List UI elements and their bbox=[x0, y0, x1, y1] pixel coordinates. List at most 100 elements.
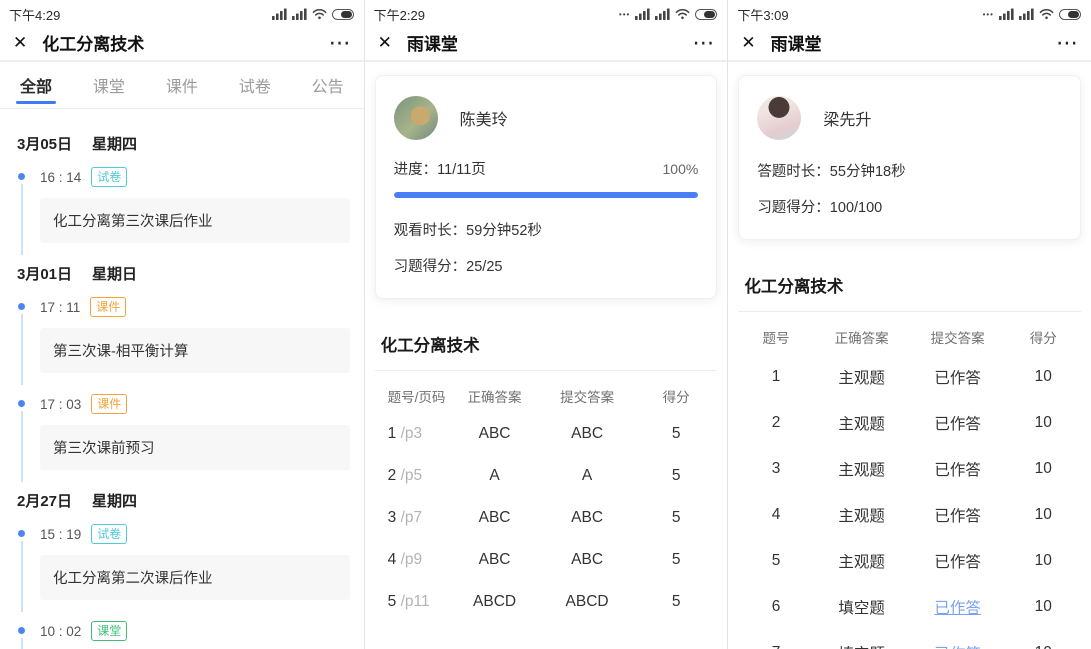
tab-公告[interactable]: 公告 bbox=[312, 62, 344, 108]
student-report-card: 陈美玲 进度：11/11页 100% 观看时长：59分钟52秒 习题得分：25/… bbox=[375, 75, 718, 299]
page-ref: /p3 bbox=[401, 425, 423, 442]
date-text: 3月01日 bbox=[17, 263, 72, 284]
signal-icon bbox=[1019, 8, 1034, 20]
correct-answer-cell: A bbox=[450, 467, 539, 485]
page-title: 雨课堂 bbox=[407, 30, 458, 55]
question-number-cell: 5 /p11 bbox=[375, 593, 450, 611]
col-header: 题号 bbox=[738, 327, 813, 347]
table-row: 1主观题已作答10 bbox=[738, 354, 1081, 400]
submitted-answer-cell: ABC bbox=[539, 425, 635, 443]
page-title: 雨课堂 bbox=[771, 30, 822, 55]
tab-bar: 全部课堂课件试卷公告 bbox=[0, 62, 364, 109]
table-row: 6填空题已作答10 bbox=[738, 584, 1081, 630]
tab-课堂[interactable]: 课堂 bbox=[93, 62, 125, 108]
table-row: 2主观题已作答10 bbox=[738, 400, 1081, 446]
event-title[interactable]: 第三次课-相平衡计算 bbox=[40, 328, 350, 373]
correct-answer-cell: 主观题 bbox=[814, 458, 910, 480]
col-header: 正确答案 bbox=[814, 327, 910, 347]
correct-answer-cell: ABC bbox=[450, 509, 539, 527]
answer-time: 答题时长：55分钟18秒 bbox=[757, 160, 1062, 181]
nav-bar: ✕ 化工分离技术 ⋯ bbox=[0, 24, 364, 62]
event-time: 10 : 02 bbox=[40, 624, 81, 639]
correct-answer-cell: ABCD bbox=[450, 593, 539, 611]
timeline-item-header: 17 : 11课件 bbox=[40, 296, 350, 318]
close-icon[interactable]: ✕ bbox=[741, 34, 755, 51]
video-questions-table: 题号/页码正确答案提交答案得分1 /p3ABCABC52 /p5AA53 /p7… bbox=[375, 370, 718, 623]
event-type-badge: 课件 bbox=[91, 394, 127, 414]
score-cell: 5 bbox=[635, 425, 717, 443]
event-title[interactable]: 第三次课前预习 bbox=[40, 425, 350, 470]
close-icon[interactable]: ✕ bbox=[378, 34, 392, 51]
col-header: 题号/页码 bbox=[375, 386, 450, 406]
event-type-badge: 试卷 bbox=[91, 524, 127, 544]
signal-icon bbox=[655, 8, 670, 20]
timeline-date-heading: 3月05日星期四 bbox=[17, 133, 350, 154]
more-menu-icon[interactable]: ⋯ bbox=[329, 37, 351, 48]
col-header: 提交答案 bbox=[539, 386, 635, 406]
student-name: 梁先升 bbox=[823, 106, 871, 130]
table-row: 5主观题已作答10 bbox=[738, 538, 1081, 584]
status-bar: 下午4:29 bbox=[0, 0, 364, 24]
date-text: 2月27日 bbox=[17, 490, 72, 511]
question-number-cell: 4 bbox=[738, 506, 813, 524]
watch-time: 观看时长：59分钟52秒 bbox=[394, 219, 699, 240]
table-row: 4主观题已作答10 bbox=[738, 492, 1081, 538]
submitted-answer-cell: 已作答 bbox=[910, 412, 1006, 434]
progress-fill bbox=[394, 192, 699, 198]
timeline-date-heading: 2月27日星期四 bbox=[17, 490, 350, 511]
question-number-cell: 6 bbox=[738, 598, 813, 616]
progress-bar bbox=[394, 192, 699, 198]
battery-icon bbox=[1059, 9, 1081, 20]
screen-video-report: 下午2:29 ••• ✕ 雨课堂 ⋯ 陈美玲 进度：11/11页 100% 观看… bbox=[364, 0, 728, 649]
status-bar: 下午2:29 ••• bbox=[365, 0, 728, 24]
signal-icon bbox=[292, 8, 307, 20]
question-number-cell: 2 bbox=[738, 414, 813, 432]
event-time: 17 : 11 bbox=[40, 300, 80, 315]
timeline-date-heading: 3月01日星期日 bbox=[17, 263, 350, 284]
timeline-item: 17 : 03课件第三次课前预习 bbox=[14, 393, 350, 470]
status-time: 下午4:29 bbox=[9, 5, 60, 24]
tab-课件[interactable]: 课件 bbox=[166, 62, 198, 108]
submitted-answer-cell[interactable]: 已作答 bbox=[910, 642, 1006, 649]
submitted-answer-cell: 已作答 bbox=[910, 366, 1006, 388]
table-row: 2 /p5AA5 bbox=[375, 455, 718, 497]
nav-bar: ✕ 雨课堂 ⋯ bbox=[728, 24, 1091, 62]
score-cell: 10 bbox=[1006, 552, 1081, 570]
weekday-text: 星期四 bbox=[92, 133, 137, 154]
question-number-cell: 3 bbox=[738, 460, 813, 478]
correct-answer-cell: 主观题 bbox=[814, 366, 910, 388]
student-identity: 陈美玲 bbox=[394, 92, 699, 156]
tab-试卷[interactable]: 试卷 bbox=[239, 62, 271, 108]
correct-answer-cell: 主观题 bbox=[814, 504, 910, 526]
col-header: 得分 bbox=[1006, 327, 1081, 347]
question-number-cell: 4 /p9 bbox=[375, 551, 450, 569]
battery-icon bbox=[695, 9, 717, 20]
event-title[interactable]: 化工分离第三次课后作业 bbox=[40, 198, 350, 243]
exam-questions-table: 题号正确答案提交答案得分1主观题已作答102主观题已作答103主观题已作答104… bbox=[738, 311, 1081, 649]
table-row: 4 /p9ABCABC5 bbox=[375, 539, 718, 581]
submitted-answer-cell[interactable]: 已作答 bbox=[910, 596, 1006, 618]
event-title[interactable]: 化工分离第二次课后作业 bbox=[40, 555, 350, 600]
table-row: 3 /p7ABCABC5 bbox=[375, 497, 718, 539]
page-title: 化工分离技术 bbox=[42, 30, 144, 55]
battery-icon bbox=[332, 9, 354, 20]
question-number: 5 bbox=[388, 593, 401, 610]
close-icon[interactable]: ✕ bbox=[13, 34, 27, 51]
timeline-item-header: 17 : 03课件 bbox=[40, 393, 350, 415]
table-row: 1 /p3ABCABC5 bbox=[375, 413, 718, 455]
status-icons: ••• bbox=[619, 8, 717, 20]
question-number-cell: 2 /p5 bbox=[375, 467, 450, 485]
table-header-row: 题号正确答案提交答案得分 bbox=[738, 312, 1081, 354]
more-menu-icon[interactable]: ⋯ bbox=[692, 37, 714, 48]
student-name: 陈美玲 bbox=[460, 106, 508, 130]
more-status-icon: ••• bbox=[983, 10, 994, 19]
submitted-answer-cell: ABC bbox=[539, 509, 635, 527]
more-menu-icon[interactable]: ⋯ bbox=[1056, 37, 1078, 48]
status-time: 下午2:29 bbox=[374, 5, 425, 24]
timeline-item: 17 : 11课件第三次课-相平衡计算 bbox=[14, 296, 350, 373]
status-icons: ••• bbox=[983, 8, 1081, 20]
question-number: 2 bbox=[388, 467, 401, 484]
tab-全部[interactable]: 全部 bbox=[20, 62, 52, 108]
score-cell: 10 bbox=[1006, 414, 1081, 432]
course-section-title: 化工分离技术 bbox=[381, 332, 712, 356]
